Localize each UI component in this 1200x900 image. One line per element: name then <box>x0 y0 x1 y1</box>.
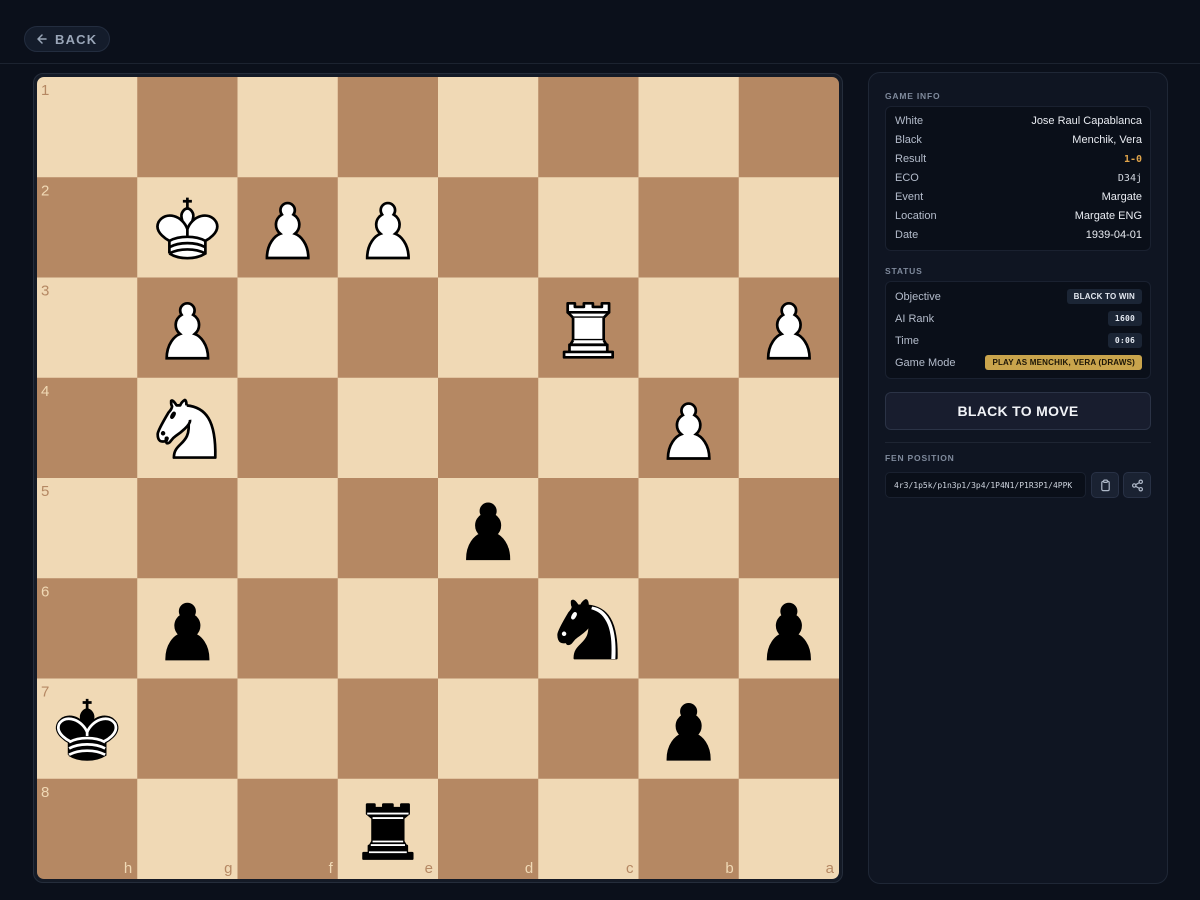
info-label: ECO <box>895 172 919 184</box>
top-bar: BACK <box>0 0 1200 64</box>
board-pieces <box>55 197 811 860</box>
info-label: Event <box>895 191 924 203</box>
white-pawn-b4[interactable] <box>666 402 711 460</box>
share-icon <box>1131 479 1143 491</box>
white-pawn-f2[interactable] <box>265 201 310 260</box>
info-value: Jose Raul Capablanca <box>1031 115 1142 127</box>
info-value: Menchik, Vera <box>1072 134 1142 146</box>
info-row-event: Event Margate <box>895 191 1142 203</box>
fen-title: FEN POSITION <box>885 453 955 463</box>
time-label: Time <box>895 334 920 347</box>
info-row-result: Result 1-0 <box>895 153 1142 165</box>
info-value: Margate <box>1101 191 1142 203</box>
info-row-location: Location Margate ENG <box>895 210 1142 222</box>
info-label: Result <box>895 153 927 165</box>
status-title: STATUS <box>885 266 923 276</box>
info-row-eco: ECO D34j <box>895 172 1142 184</box>
white-pawn-a3[interactable] <box>766 301 811 360</box>
info-label: White <box>895 115 924 127</box>
mode-label: Game Mode <box>895 356 956 369</box>
black-pawn-b7[interactable] <box>666 702 711 761</box>
white-king-g2[interactable] <box>156 197 219 260</box>
game-info-title: GAME INFO <box>885 91 941 101</box>
clipboard-icon <box>1100 479 1110 491</box>
info-row-date: Date 1939-04-01 <box>895 229 1142 241</box>
turn-indicator-button[interactable]: BLACK TO MOVE <box>885 392 1151 430</box>
white-knight-g4[interactable] <box>156 398 217 459</box>
info-row-black: Black Menchik, Vera <box>895 134 1142 146</box>
info-label: Location <box>895 210 937 222</box>
black-rook-e8[interactable] <box>362 803 414 860</box>
info-row-white: White Jose Raul Capablanca <box>895 115 1142 127</box>
back-button[interactable]: BACK <box>24 26 111 52</box>
divider <box>885 442 1151 443</box>
info-value: 1939-04-01 <box>1085 229 1142 241</box>
status-row-mode: Game Mode PLAY AS MENCHIK, VERA (DRAWS) <box>895 355 1142 370</box>
info-label: Black <box>895 134 922 146</box>
board-frame: 12345678hgfedcba <box>33 73 843 883</box>
info-label: Date <box>895 229 919 241</box>
info-value: D34j <box>1117 172 1142 184</box>
info-value: 1-0 <box>1123 153 1142 165</box>
black-pawn-d5[interactable] <box>466 502 511 561</box>
chess-board[interactable]: 12345678hgfedcba <box>37 77 839 879</box>
info-value: Margate ENG <box>1074 210 1142 222</box>
fen-field[interactable]: 4r3/1p5k/p1n3p1/3p4/1P4N1/P1R3P1/4PPK <box>885 472 1086 498</box>
mode-badge: PLAY AS MENCHIK, VERA (DRAWS) <box>985 355 1142 370</box>
status-box: Objective BLACK TO WIN AI Rank 1600 Time… <box>885 281 1151 379</box>
ai-rank-label: AI Rank <box>895 312 935 325</box>
white-pawn-e2[interactable] <box>365 201 410 260</box>
status-row-ai-rank: AI Rank 1600 <box>895 311 1142 326</box>
black-pawn-g6[interactable] <box>165 602 210 661</box>
game-info-box: White Jose Raul Capablanca Black Menchik, V… <box>885 106 1151 251</box>
copy-fen-button[interactable] <box>1091 472 1119 498</box>
back-label: BACK <box>55 31 98 47</box>
white-rook-c3[interactable] <box>562 301 615 359</box>
ai-rank-badge: 1600 <box>1107 311 1142 326</box>
status-row-objective: Objective BLACK TO WIN <box>895 289 1142 304</box>
black-pawn-a6[interactable] <box>766 602 811 661</box>
status-row-time: Time 0:06 <box>895 333 1142 348</box>
objective-badge: BLACK TO WIN <box>1066 289 1142 304</box>
white-pawn-g3[interactable] <box>165 301 210 360</box>
side-panel: GAME INFO White Jose Raul Capablanca Black… <box>868 72 1168 884</box>
objective-label: Objective <box>895 290 941 303</box>
time-badge: 0:06 <box>1107 333 1142 348</box>
black-knight-c6[interactable] <box>557 599 618 660</box>
arrow-left-icon <box>37 34 47 44</box>
share-button[interactable] <box>1123 472 1151 498</box>
black-king-h7[interactable] <box>55 698 119 761</box>
